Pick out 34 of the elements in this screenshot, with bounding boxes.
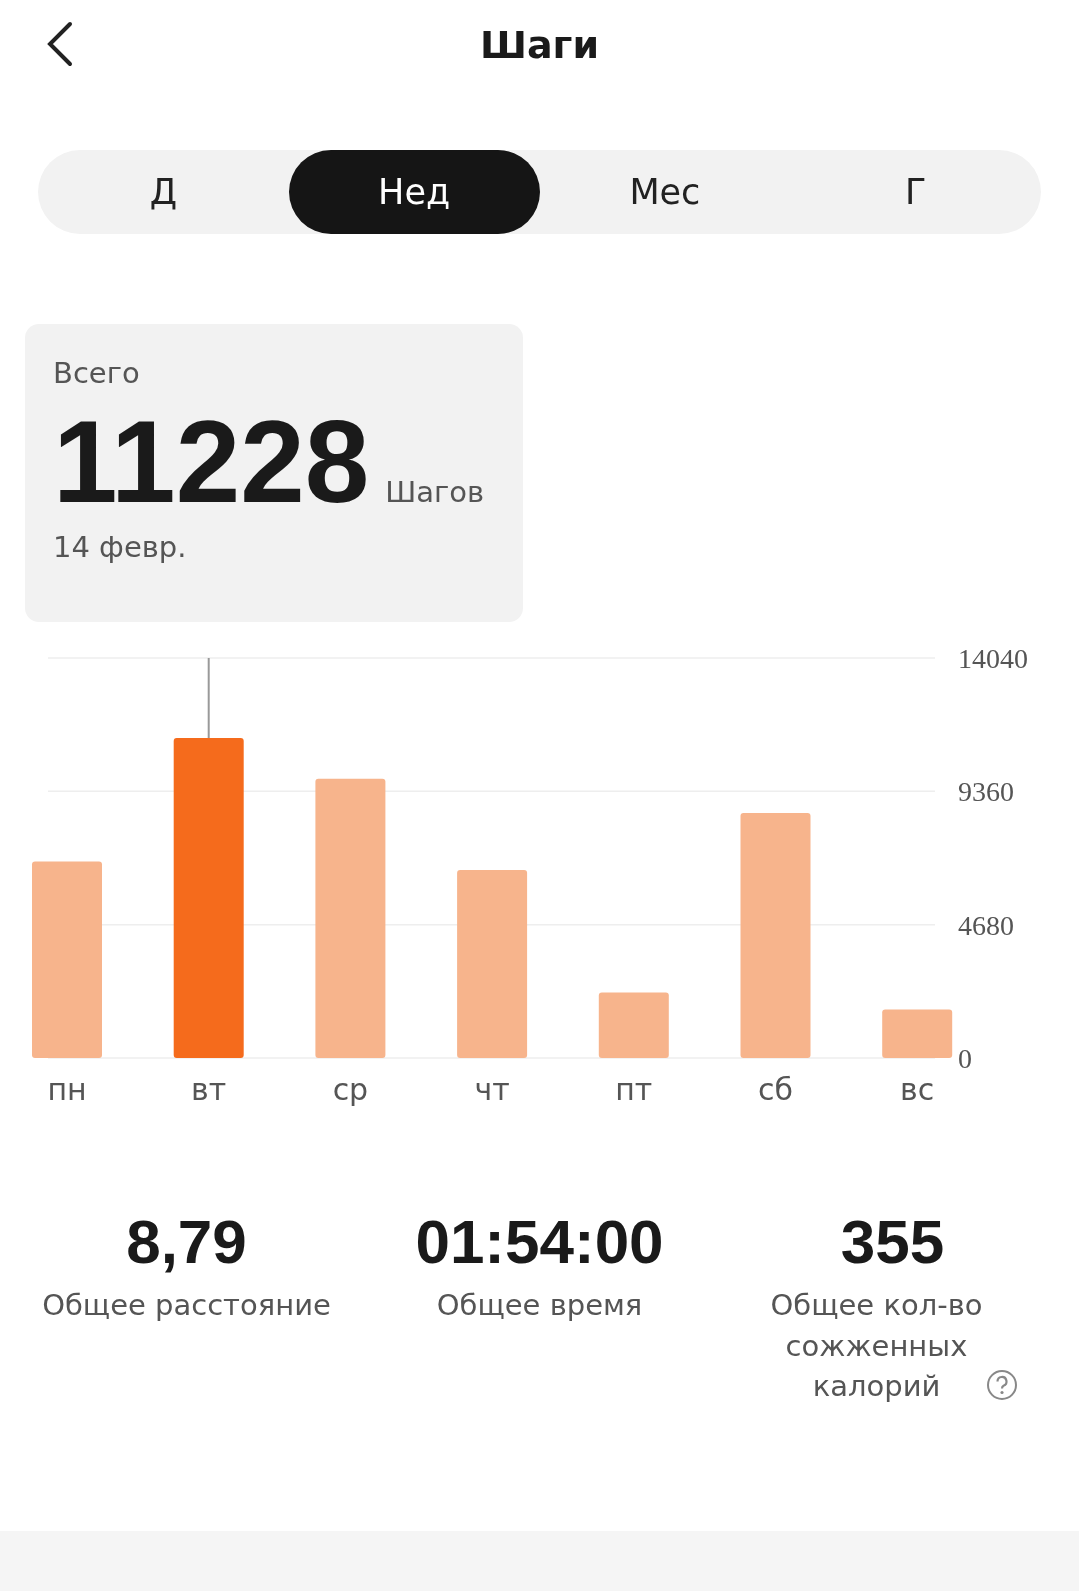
chart-bar[interactable] bbox=[457, 869, 528, 1058]
chart-bar[interactable] bbox=[173, 738, 244, 1058]
axis-tick-label: 14040 bbox=[958, 646, 1028, 674]
stat-value: 01:54:00 bbox=[415, 1206, 664, 1277]
stat-label: Общее время bbox=[436, 1287, 643, 1324]
axis-category-label: чт bbox=[474, 1072, 510, 1107]
chart-bar[interactable] bbox=[598, 992, 669, 1058]
summary-date: 14 февр. bbox=[53, 529, 188, 564]
stat-label: Общее кол-во сожженных калорий bbox=[769, 1287, 984, 1406]
stat-value: 355 bbox=[840, 1206, 945, 1277]
axis-category-label: вт bbox=[191, 1072, 227, 1107]
axis-category-label: вс bbox=[900, 1072, 935, 1107]
chart-bar[interactable] bbox=[740, 813, 811, 1058]
period-tab[interactable]: Г bbox=[790, 150, 1041, 234]
period-tab[interactable]: Мес bbox=[539, 150, 791, 234]
axis-tick-label: 0 bbox=[958, 1043, 972, 1074]
step-total: 11228 bbox=[53, 402, 370, 524]
page-title: Шаги bbox=[479, 23, 600, 67]
chart-bar[interactable] bbox=[882, 1009, 953, 1058]
chart-bar[interactable] bbox=[32, 861, 102, 1058]
stat-label: Общее расстояние bbox=[42, 1287, 331, 1324]
axis-tick-label: 9360 bbox=[958, 776, 1014, 808]
axis-tick-label: 4680 bbox=[958, 909, 1014, 941]
summary-label: Всего bbox=[53, 356, 141, 390]
period-tab[interactable]: Нед bbox=[288, 150, 540, 234]
axis-category-label: сб bbox=[758, 1072, 793, 1107]
unit-label: Шагов bbox=[385, 475, 485, 509]
axis-category-label: ср bbox=[332, 1072, 369, 1107]
axis-category-label: пт bbox=[615, 1072, 653, 1107]
chart-bar[interactable] bbox=[315, 778, 386, 1058]
period-tab[interactable]: Д bbox=[38, 150, 289, 234]
axis-category-label: пн bbox=[47, 1072, 87, 1107]
help-icon[interactable] bbox=[985, 1368, 1018, 1401]
stat-value: 8,79 bbox=[126, 1206, 247, 1277]
